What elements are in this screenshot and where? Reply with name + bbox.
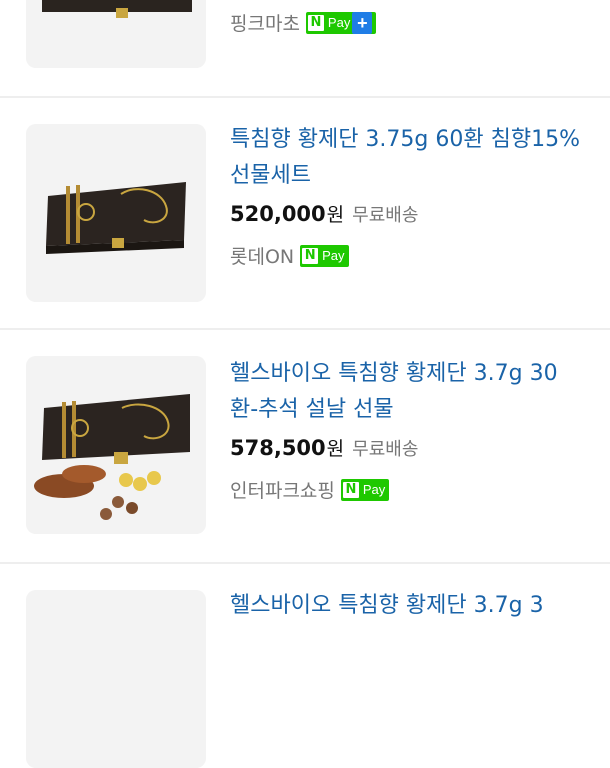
naver-n-icon: N [302, 247, 319, 264]
product-thumbnail[interactable] [26, 356, 206, 534]
naver-n-icon: N [342, 481, 359, 498]
product-thumbnail[interactable] [26, 590, 206, 768]
store-row: 인터파크쇼핑 N Pay [230, 476, 390, 503]
divider [0, 562, 610, 564]
product-thumbnail[interactable] [26, 0, 206, 68]
product-image [26, 0, 206, 68]
product-title[interactable]: 헬스바이오 특침향 황제단 3.7g 30환-추석 설날 선물 [230, 356, 580, 428]
npay-badge: N Pay + [305, 11, 377, 34]
product-image [26, 356, 206, 534]
product-thumbnail[interactable] [26, 124, 206, 302]
store-name[interactable]: 핑크마초 [230, 9, 300, 36]
store-name[interactable]: 롯데ON [230, 242, 294, 269]
npay-label: Pay [327, 15, 351, 30]
price-currency: 원 [326, 204, 345, 226]
store-row: 롯데ON N Pay [230, 242, 349, 269]
store-name[interactable]: 인터파크쇼핑 [230, 476, 335, 503]
product-price: 520,000 [230, 202, 326, 226]
npay-label: Pay [322, 248, 345, 263]
product-image [26, 124, 206, 302]
store-row: 핑크마초 N Pay + [230, 9, 377, 36]
naver-n-icon: N [307, 14, 324, 31]
npay-badge: N Pay [340, 478, 390, 501]
price-currency: 원 [326, 438, 345, 460]
product-price: 578,500 [230, 436, 326, 460]
product-title[interactable]: 헬스바이오 특침향 황제단 3.7g 3 [230, 588, 580, 624]
price-row: 520,000 원 무료배송 [230, 200, 418, 227]
shipping-info: 무료배송 [352, 205, 419, 226]
npay-badge: N Pay [300, 244, 349, 267]
product-image [26, 590, 206, 768]
product-title[interactable]: 특침향 황제단 3.75g 60환 침향15% 선물세트 [230, 122, 580, 194]
price-row: 578,500 원 무료배송 [230, 434, 418, 461]
divider [0, 328, 610, 330]
npay-label: Pay [362, 482, 386, 497]
shipping-info: 무료배송 [352, 439, 419, 460]
divider [0, 96, 610, 98]
npay-plus-icon: + [352, 11, 373, 34]
